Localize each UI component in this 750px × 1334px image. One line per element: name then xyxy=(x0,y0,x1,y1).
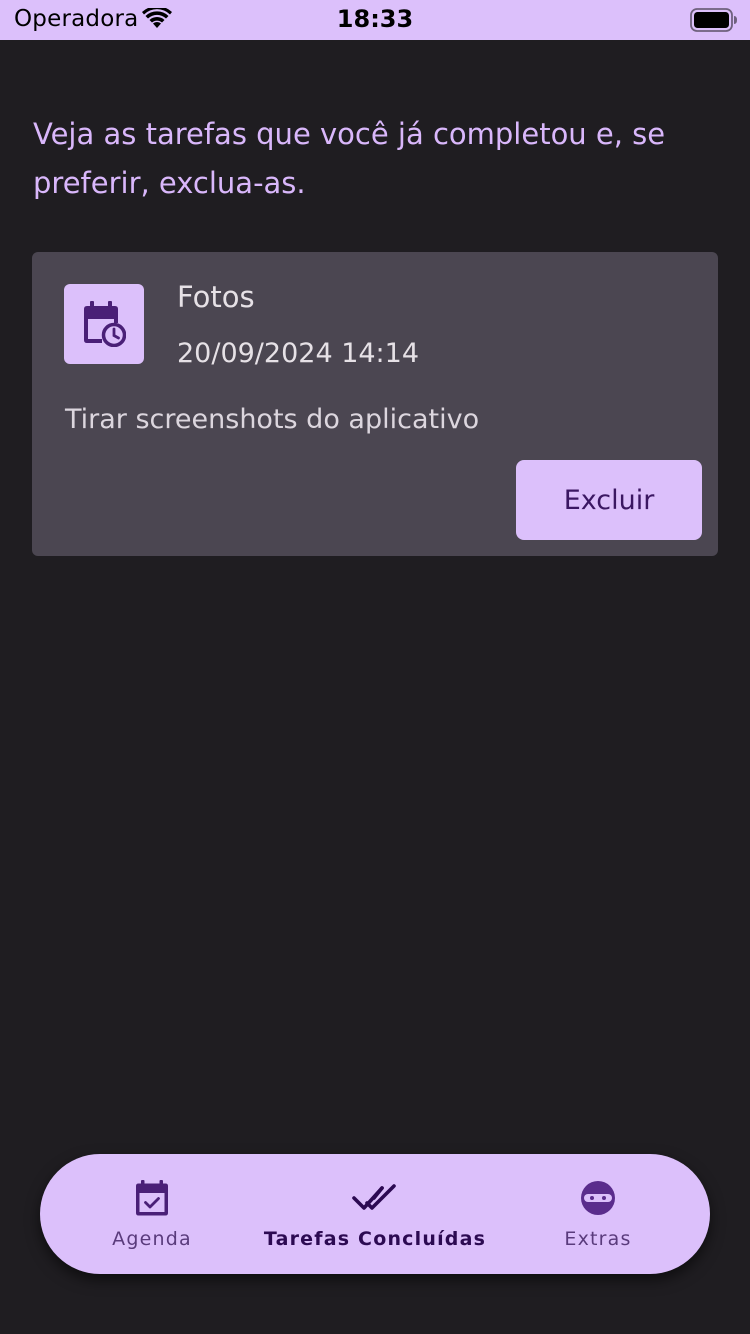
nav-label-tarefas-concluidas: Tarefas Concluídas xyxy=(263,1228,487,1250)
task-description: Tirar screenshots do aplicativo xyxy=(65,404,480,435)
calendar-check-icon xyxy=(135,1178,169,1218)
status-time: 18:33 xyxy=(336,5,414,33)
ninja-icon xyxy=(580,1178,616,1218)
nav-item-tarefas-concluidas[interactable]: Tarefas Concluídas xyxy=(263,1154,487,1274)
completed-task-card: Fotos 20/09/2024 14:14 Tirar screenshots… xyxy=(32,252,718,556)
bottom-navigation: Agenda Tarefas Concluídas Extras xyxy=(40,1154,710,1274)
nav-label-agenda: Agenda xyxy=(112,1228,192,1250)
double-check-icon xyxy=(352,1178,398,1218)
calendar-clock-icon xyxy=(64,284,144,364)
task-title: Fotos xyxy=(177,280,255,314)
battery-icon xyxy=(690,8,738,36)
status-bar: Operadora 18:33 xyxy=(0,0,750,40)
nav-item-extras[interactable]: Extras xyxy=(486,1154,710,1274)
nav-item-agenda[interactable]: Agenda xyxy=(40,1154,264,1274)
delete-button[interactable]: Excluir xyxy=(516,460,702,540)
intro-text: Veja as tarefas que você já completou e,… xyxy=(33,117,666,200)
nav-label-extras: Extras xyxy=(564,1228,632,1250)
task-datetime: 20/09/2024 14:14 xyxy=(177,338,420,369)
